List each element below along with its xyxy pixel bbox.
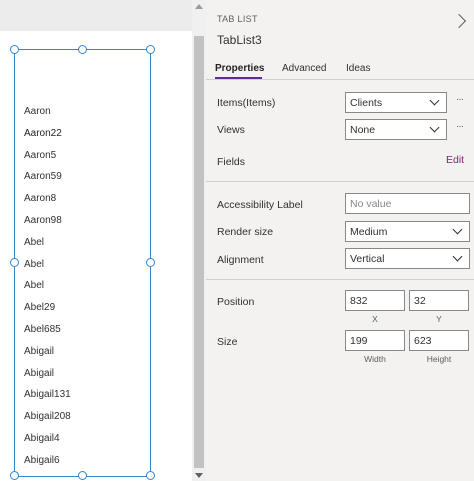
width-caption: Width: [364, 354, 386, 364]
properties-panel: TAB LIST TabList3 Properties Advanced Id…: [206, 0, 474, 481]
section-divider: [206, 181, 474, 182]
tab-list-items: Aaron Aaron22 Aaron5 Aaron59 Aaron8 Aaron98 Ab…: [24, 101, 144, 477]
size-width-value: 199: [350, 335, 368, 347]
tab-list-item[interactable]: Aaron22: [24, 123, 144, 145]
tab-list-item-label: Abigail208: [24, 411, 71, 423]
views-dropdown[interactable]: None: [345, 119, 447, 140]
alignment-label: Alignment: [217, 254, 264, 266]
tab-properties[interactable]: Properties: [215, 63, 264, 74]
resize-handle-top-right[interactable]: [146, 45, 155, 54]
tab-list-item[interactable]: Abel685: [24, 319, 144, 341]
tab-list-item-label: Aaron22: [24, 127, 62, 139]
tab-list-item-label: Abigail6: [24, 454, 60, 466]
tab-list-item-label: Abigail: [24, 345, 55, 357]
tab-list-item-label: Abigail131: [24, 389, 71, 401]
control-name[interactable]: TabList3: [217, 33, 262, 47]
resize-handle-top[interactable]: [78, 45, 87, 54]
tab-list-item[interactable]: Aaron5: [24, 145, 144, 167]
more-options-icon[interactable]: ···: [456, 121, 464, 132]
tab-list-item-label: Abel: [24, 236, 45, 248]
tab-list-item[interactable]: Aaron98: [24, 210, 144, 232]
tab-list-item[interactable]: Abigail4: [24, 428, 144, 450]
items-dropdown-value: Clients: [350, 97, 383, 109]
items-dropdown[interactable]: Clients: [345, 92, 447, 113]
position-label: Position: [217, 296, 255, 308]
items-label: Items(Items): [217, 97, 276, 109]
tab-list-item-label: Abigail: [24, 367, 55, 379]
position-y-value: 32: [414, 295, 426, 307]
tab-list-item-label: Aaron5: [24, 149, 57, 161]
views-dropdown-value: None: [350, 124, 376, 136]
render-size-dropdown[interactable]: Medium: [345, 221, 470, 242]
tab-list-item-label: Aaron59: [24, 171, 62, 183]
tab-list-item[interactable]: Abel: [24, 275, 144, 297]
scroll-down-arrow-icon[interactable]: [195, 473, 203, 478]
views-label: Views: [217, 124, 245, 136]
tab-list-item[interactable]: Abigail: [24, 363, 144, 385]
accessibility-label-input[interactable]: No value: [345, 193, 470, 214]
resize-handle-left[interactable]: [10, 258, 19, 267]
tab-list-item[interactable]: Abel29: [24, 297, 144, 319]
section-divider: [206, 279, 474, 280]
resize-handle-top-left[interactable]: [10, 45, 19, 54]
accessibility-label-label: Accessibility Label: [217, 199, 303, 211]
tab-ideas[interactable]: Ideas: [346, 63, 370, 74]
alignment-dropdown[interactable]: Vertical: [345, 248, 470, 269]
size-height-value: 623: [414, 335, 432, 347]
chevron-right-icon[interactable]: [451, 13, 467, 29]
tab-list-item-label: Abel: [24, 280, 45, 292]
size-label: Size: [217, 336, 238, 348]
tab-list-item[interactable]: Aaron: [24, 101, 144, 123]
panel-tabs: Properties Advanced Ideas: [206, 60, 474, 80]
tab-list-item[interactable]: Abigail131: [24, 384, 144, 406]
chevron-down-icon: [452, 251, 463, 262]
canvas-header-bar: [0, 0, 192, 31]
tab-list-item[interactable]: Aaron8: [24, 188, 144, 210]
size-width-input[interactable]: 199: [345, 330, 405, 351]
resize-handle-bottom-right[interactable]: [146, 471, 155, 480]
tab-list-item-label: Aaron: [24, 106, 51, 117]
alignment-value: Vertical: [350, 253, 385, 265]
more-options-icon[interactable]: ···: [456, 94, 464, 105]
tab-list-item-label: Abigail4: [24, 432, 60, 444]
fields-edit-link[interactable]: Edit: [446, 154, 464, 166]
tab-list-item[interactable]: Aaron59: [24, 166, 144, 188]
scroll-up-arrow-icon[interactable]: [195, 4, 203, 9]
height-caption: Height: [426, 354, 452, 364]
accessibility-label-placeholder: No value: [350, 198, 392, 210]
render-size-value: Medium: [350, 226, 388, 238]
tab-list-item[interactable]: Abigail: [24, 341, 144, 363]
chevron-down-icon: [429, 95, 440, 106]
control-type-label: TAB LIST: [217, 14, 258, 24]
tab-list-item[interactable]: Abigail208: [24, 406, 144, 428]
y-caption: Y: [436, 314, 442, 324]
tab-list-item-label: Abel29: [24, 302, 56, 314]
chevron-down-icon: [429, 122, 440, 133]
scroll-thumb[interactable]: [194, 36, 204, 468]
fields-label: Fields: [217, 156, 246, 168]
tab-list-item-label: Abel685: [24, 323, 61, 335]
tab-list-item[interactable]: Abel: [24, 254, 144, 276]
tab-advanced[interactable]: Advanced: [282, 63, 326, 74]
render-size-label: Render size: [217, 226, 274, 238]
position-x-value: 832: [350, 295, 368, 307]
tab-list-item[interactable]: Abigail6: [24, 450, 144, 472]
tab-list-item[interactable]: Abel: [24, 232, 144, 254]
tab-list-item-label: Aaron98: [24, 214, 62, 226]
canvas: Aaron Aaron22 Aaron5 Aaron59 Aaron8 Aaron98 Ab…: [0, 0, 192, 481]
size-height-input[interactable]: 623: [409, 330, 469, 351]
canvas-scrollbar[interactable]: [192, 0, 206, 481]
position-y-input[interactable]: 32: [409, 290, 469, 311]
tab-list-item-label: Aaron8: [24, 193, 57, 205]
tab-list-item-label: Abel: [24, 258, 45, 270]
position-x-input[interactable]: 832: [345, 290, 405, 311]
x-caption: X: [372, 314, 378, 324]
chevron-down-icon: [452, 224, 463, 235]
tab-list-item[interactable]: Abigail...: [24, 472, 144, 478]
resize-handle-bottom-left[interactable]: [10, 471, 19, 480]
resize-handle-right[interactable]: [146, 258, 155, 267]
active-tab-underline: [215, 77, 262, 79]
